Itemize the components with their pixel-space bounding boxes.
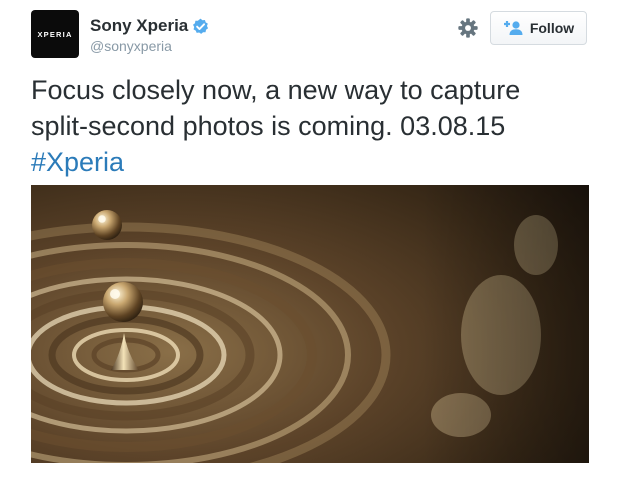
hashtag-link[interactable]: #Xperia [31,144,124,180]
account-handle[interactable]: @sonyxperia [90,38,172,54]
tweet-photo[interactable] [31,185,589,463]
tweet-text-line: Focus closely now, a new way to capture [31,75,521,105]
display-name[interactable]: Sony Xperia [90,16,188,36]
tweet-text: Focus closely now, a new way to capture … [31,72,601,144]
verified-badge-icon [193,18,209,34]
gear-icon[interactable] [457,17,479,39]
tweet-text-line: split-second photos is coming. 03.08.15 [31,111,506,141]
follow-label: Follow [529,20,575,36]
add-user-icon [503,21,523,35]
avatar[interactable]: XPERIA [31,10,79,58]
account-name-row: Sony Xperia [90,16,209,36]
avatar-logo-text: XPERIA [37,29,73,39]
water-droplet-image [31,185,589,463]
follow-button[interactable]: Follow [490,11,587,45]
